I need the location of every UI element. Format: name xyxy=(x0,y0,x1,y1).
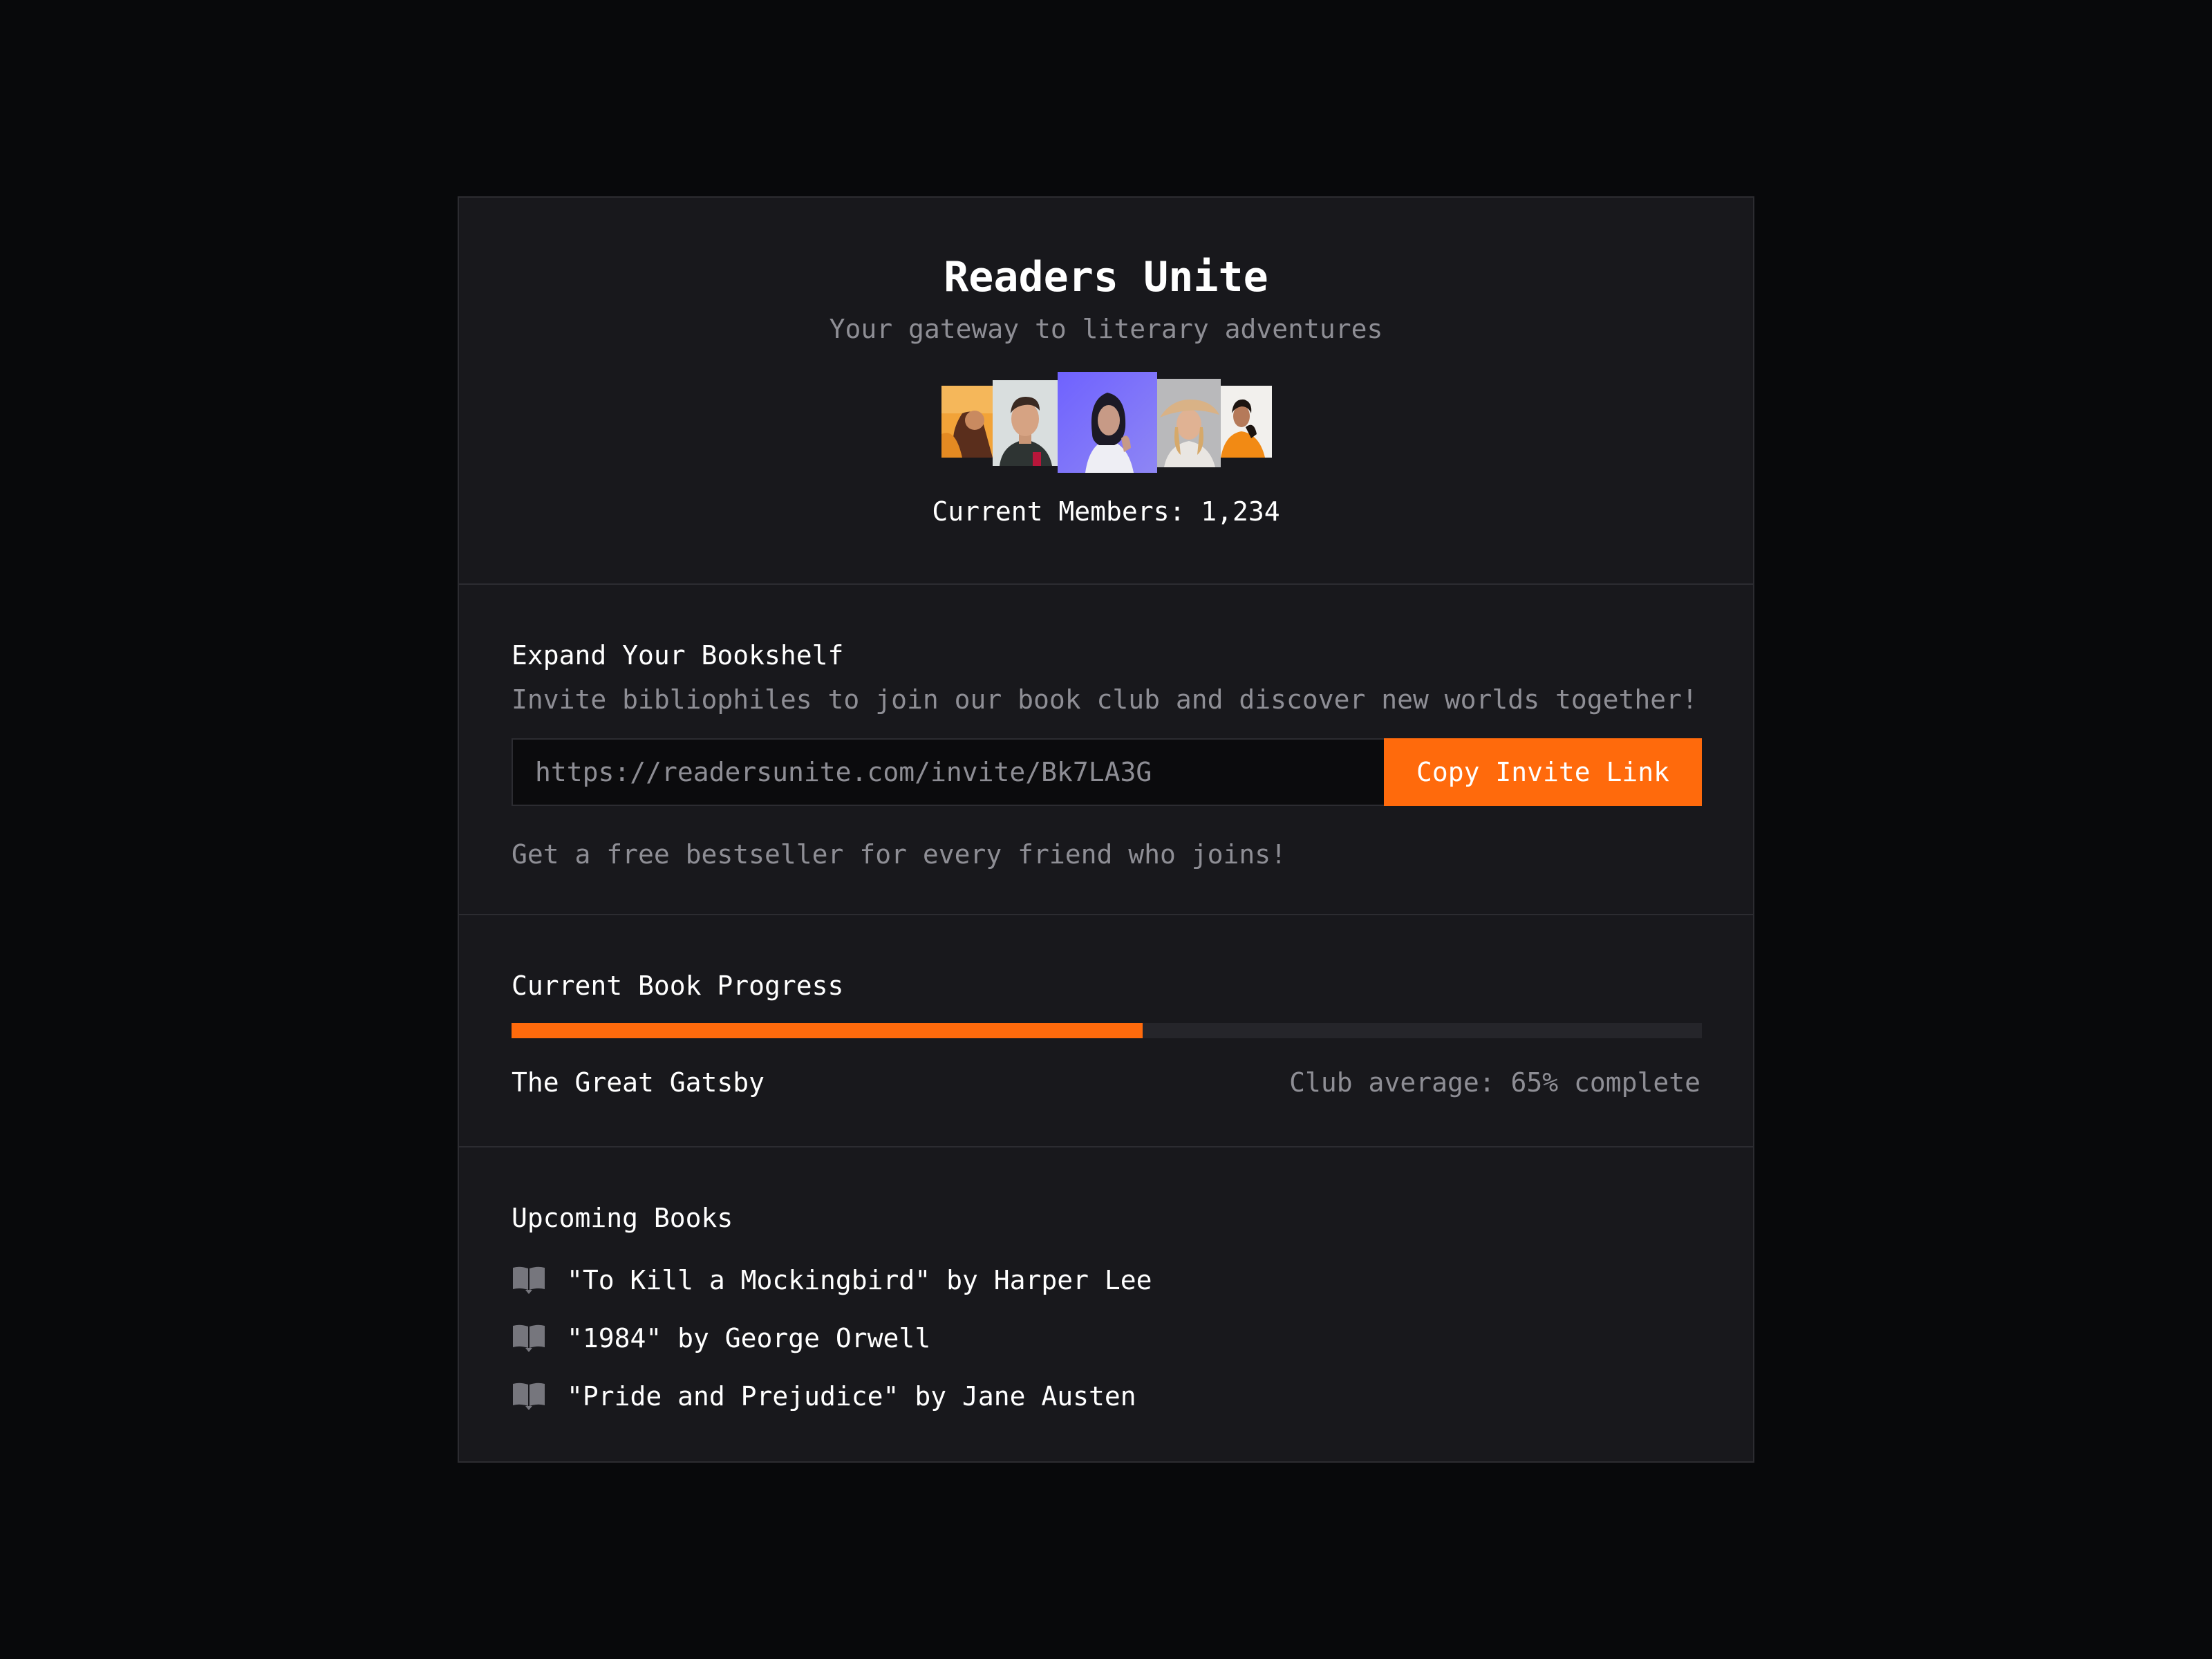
club-average: Club average: 65% complete xyxy=(1289,1067,1700,1098)
club-subtitle: Your gateway to literary adventures xyxy=(829,314,1383,344)
upcoming-section: Upcoming Books "To Kill a Mockingbird" b… xyxy=(459,1147,1753,1464)
upcoming-list: "To Kill a Mockingbird" by Harper Lee "1… xyxy=(512,1251,1152,1425)
invite-description: Invite bibliophiles to join our book clu… xyxy=(512,684,1698,715)
member-avatar-2[interactable] xyxy=(993,380,1058,466)
upcoming-book-text: "Pride and Prejudice" by Jane Austen xyxy=(567,1381,1136,1412)
list-item[interactable]: "To Kill a Mockingbird" by Harper Lee xyxy=(512,1251,1152,1309)
list-item[interactable]: "1984" by George Orwell xyxy=(512,1309,1152,1367)
list-item[interactable]: "Pride and Prejudice" by Jane Austen xyxy=(512,1367,1152,1425)
progress-section: Current Book Progress The Great Gatsby C… xyxy=(459,915,1753,1147)
progress-bar xyxy=(512,1023,1702,1038)
upcoming-book-text: "To Kill a Mockingbird" by Harper Lee xyxy=(567,1265,1152,1295)
book-icon xyxy=(512,1381,546,1412)
invite-link-field[interactable] xyxy=(512,738,1384,806)
progress-bar-fill xyxy=(512,1023,1143,1038)
upcoming-heading: Upcoming Books xyxy=(512,1203,733,1233)
invite-section: Expand Your Bookshelf Invite bibliophile… xyxy=(459,585,1753,915)
copy-invite-link-button[interactable]: Copy Invite Link xyxy=(1384,738,1702,806)
book-icon xyxy=(512,1265,546,1295)
current-book-title: The Great Gatsby xyxy=(512,1067,765,1098)
club-header: Readers Unite Your gateway to literary a… xyxy=(459,198,1753,585)
member-avatar-5[interactable] xyxy=(1221,386,1272,458)
member-avatar-3[interactable] xyxy=(1058,372,1157,473)
member-avatars xyxy=(459,372,1753,476)
member-avatar-4[interactable] xyxy=(1157,379,1221,467)
club-title: Readers Unite xyxy=(944,253,1268,301)
progress-heading: Current Book Progress xyxy=(512,971,844,1001)
invite-heading: Expand Your Bookshelf xyxy=(512,640,844,671)
book-icon xyxy=(512,1323,546,1353)
member-count: Current Members: 1,234 xyxy=(932,496,1280,527)
member-avatar-1[interactable] xyxy=(941,386,993,458)
book-club-card: Readers Unite Your gateway to literary a… xyxy=(458,196,1754,1463)
upcoming-book-text: "1984" by George Orwell xyxy=(567,1323,931,1353)
invite-reward-text: Get a free bestseller for every friend w… xyxy=(512,839,1287,870)
